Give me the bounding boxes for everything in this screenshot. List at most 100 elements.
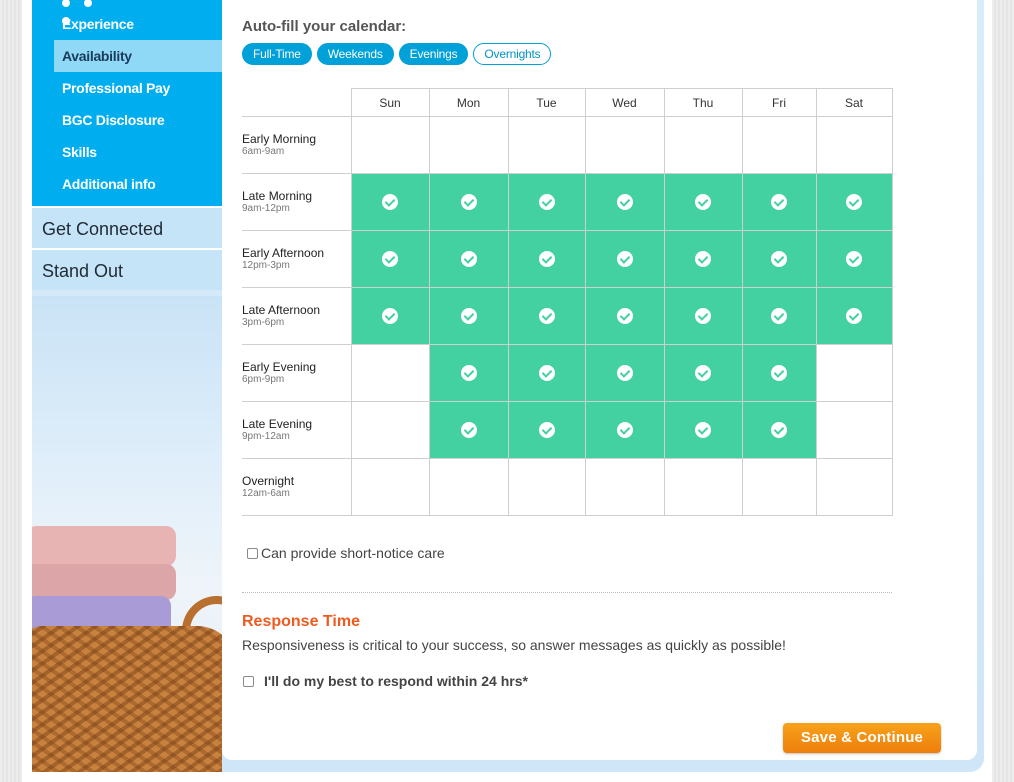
- subnav-item-experience[interactable]: Experience: [32, 8, 222, 40]
- checkmark-icon: [538, 193, 555, 210]
- slot-cell[interactable]: [428, 458, 509, 516]
- slot-cell[interactable]: [350, 401, 430, 459]
- respond-24hrs-checkbox[interactable]: [243, 675, 254, 687]
- subnav-item-skills[interactable]: Skills: [32, 136, 222, 168]
- checkmark-icon: [538, 421, 555, 438]
- slot-cell[interactable]: [663, 116, 743, 174]
- checkmark-icon: [695, 307, 711, 324]
- slot-cell[interactable]: [815, 458, 893, 516]
- subnav-item-bgc-disclosure[interactable]: BGC Disclosure: [32, 104, 222, 136]
- slot-cell[interactable]: [428, 173, 509, 231]
- autofill-weekends-button[interactable]: Weekends: [316, 43, 394, 65]
- slot-cell[interactable]: [741, 287, 817, 345]
- slot-cell[interactable]: [815, 287, 893, 345]
- response-time-heading: Response Time: [242, 613, 360, 630]
- slot-label: Overnight 12am-6am: [242, 458, 352, 516]
- subnav-item-additional-info[interactable]: Additional info: [32, 168, 222, 200]
- checkmark-icon: [538, 307, 555, 324]
- slot-cell[interactable]: [663, 401, 743, 459]
- section-divider: [242, 592, 892, 593]
- checkmark-icon: [616, 250, 633, 267]
- slot-cell[interactable]: [815, 344, 893, 402]
- slot-row: Early Morning 6am-9am: [242, 116, 893, 174]
- slot-cell[interactable]: [584, 401, 665, 459]
- day-header-tue: Tue: [507, 88, 586, 117]
- slot-row: Overnight 12am-6am: [242, 458, 893, 516]
- slot-cell[interactable]: [584, 173, 665, 231]
- slot-cell[interactable]: [741, 173, 817, 231]
- slot-cell[interactable]: [428, 401, 509, 459]
- slot-row: Early Afternoon 12pm-3pm: [242, 230, 893, 288]
- subnav-item-professional-pay[interactable]: Professional Pay: [32, 72, 222, 104]
- slot-cell[interactable]: [663, 230, 743, 288]
- checkmark-icon: [460, 364, 477, 381]
- slot-cell[interactable]: [350, 116, 430, 174]
- slot-cell[interactable]: [815, 401, 893, 459]
- slot-cell[interactable]: [507, 230, 586, 288]
- slot-cell[interactable]: [428, 287, 509, 345]
- checkmark-icon: [771, 364, 787, 381]
- slot-cell[interactable]: [507, 173, 586, 231]
- checkmark-icon: [616, 307, 633, 324]
- slot-cell[interactable]: [741, 230, 817, 288]
- checkmark-icon: [460, 307, 477, 324]
- slot-cell[interactable]: [663, 287, 743, 345]
- slot-cell[interactable]: [741, 116, 817, 174]
- checkmark-icon: [382, 193, 398, 210]
- slot-cell[interactable]: [741, 458, 817, 516]
- slot-cell[interactable]: [507, 458, 586, 516]
- checkmark-icon: [771, 307, 787, 324]
- calendar-body: Early Morning 6am-9am Late Morning 9am-12p…: [242, 116, 893, 516]
- slot-cell[interactable]: [815, 116, 893, 174]
- short-notice-checkbox[interactable]: [247, 547, 258, 559]
- slot-cell[interactable]: [815, 230, 893, 288]
- slot-cell[interactable]: [428, 116, 509, 174]
- slot-cell[interactable]: [663, 344, 743, 402]
- slot-row: Late Afternoon 3pm-6pm: [242, 287, 893, 345]
- basket: [32, 626, 222, 772]
- slot-cell[interactable]: [428, 230, 509, 288]
- slot-cell[interactable]: [815, 173, 893, 231]
- autofill-overnights-button[interactable]: Overnights: [473, 43, 552, 65]
- checkmark-icon: [616, 193, 633, 210]
- slot-label: Late Morning 9am-12pm: [242, 173, 352, 231]
- slot-cell[interactable]: [350, 173, 430, 231]
- subnav-item-availability[interactable]: Availability: [54, 40, 222, 72]
- slot-cell[interactable]: [350, 344, 430, 402]
- checkmark-icon: [846, 193, 862, 210]
- autofill-full-time-button[interactable]: Full-Time: [242, 43, 312, 65]
- autofill-pills: Full-Time Weekends Evenings Overnights: [242, 43, 552, 65]
- slot-row: Late Evening 9pm-12am: [242, 401, 893, 459]
- slot-cell[interactable]: [507, 344, 586, 402]
- day-header-row: Sun Mon Tue Wed Thu Fri Sat: [242, 88, 893, 117]
- nav-item-get-connected[interactable]: Get Connected: [32, 206, 222, 248]
- autofill-evenings-button[interactable]: Evenings: [398, 43, 469, 65]
- slot-cell[interactable]: [507, 116, 586, 174]
- slot-cell[interactable]: [584, 458, 665, 516]
- slot-cell[interactable]: [663, 458, 743, 516]
- day-header-fri: Fri: [741, 88, 817, 117]
- header-corner: [242, 88, 352, 117]
- checkmark-icon: [616, 364, 633, 381]
- checkmark-icon: [460, 193, 477, 210]
- slot-cell[interactable]: [428, 344, 509, 402]
- respond-24hrs-label: I'll do my best to respond within 24 hrs…: [264, 673, 528, 689]
- slot-cell[interactable]: [507, 287, 586, 345]
- slot-cell[interactable]: [350, 230, 430, 288]
- slot-cell[interactable]: [741, 401, 817, 459]
- save-continue-button[interactable]: Save & Continue: [783, 723, 941, 753]
- slot-cell[interactable]: [350, 458, 430, 516]
- respond-24hrs-option[interactable]: I'll do my best to respond within 24 hrs…: [243, 673, 528, 689]
- profile-subnav: Experience Availability Professional Pay…: [32, 0, 222, 206]
- slot-cell[interactable]: [584, 344, 665, 402]
- slot-cell[interactable]: [584, 116, 665, 174]
- slot-cell[interactable]: [350, 287, 430, 345]
- nav-item-stand-out[interactable]: Stand Out: [32, 248, 222, 290]
- truncated-nav-item: [62, 0, 122, 25]
- short-notice-option[interactable]: Can provide short-notice care: [247, 545, 445, 561]
- slot-cell[interactable]: [507, 401, 586, 459]
- slot-cell[interactable]: [741, 344, 817, 402]
- slot-cell[interactable]: [663, 173, 743, 231]
- slot-cell[interactable]: [584, 230, 665, 288]
- slot-cell[interactable]: [584, 287, 665, 345]
